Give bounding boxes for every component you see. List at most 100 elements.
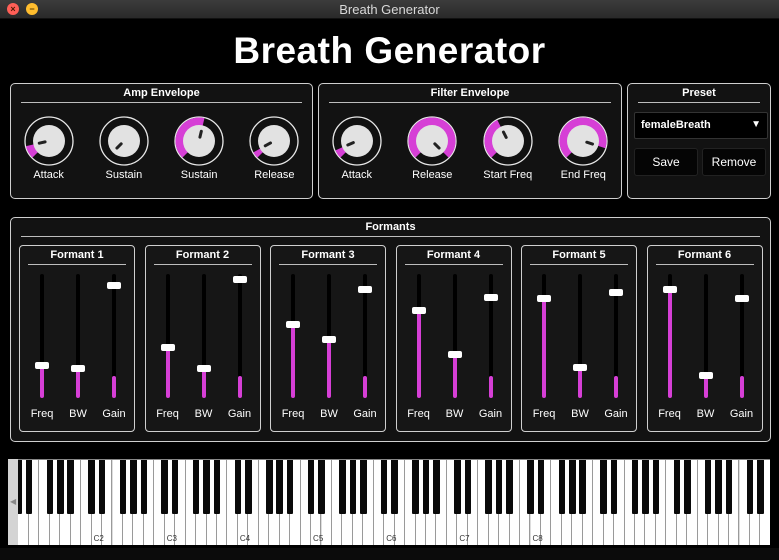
slider-thumb[interactable] (196, 365, 211, 373)
black-key[interactable] (579, 460, 587, 514)
black-key[interactable] (318, 460, 325, 514)
formant-freq-slider[interactable] (537, 274, 551, 398)
slider-thumb[interactable] (609, 289, 623, 297)
amp-envelope-knob-1[interactable] (98, 115, 150, 167)
black-key[interactable] (380, 460, 388, 514)
black-key[interactable] (130, 460, 137, 514)
slider-thumb[interactable] (107, 282, 121, 290)
black-key[interactable] (276, 460, 283, 514)
black-key[interactable] (464, 460, 472, 514)
formant-bw-slider[interactable] (698, 274, 713, 398)
black-key[interactable] (610, 460, 618, 514)
black-key[interactable] (412, 460, 419, 514)
formant-freq-slider[interactable] (35, 274, 49, 398)
black-key[interactable] (746, 460, 754, 514)
black-key[interactable] (433, 460, 440, 514)
black-key[interactable] (506, 460, 513, 514)
black-key[interactable] (192, 460, 200, 514)
remove-preset-button[interactable]: Remove (702, 148, 766, 176)
filter-envelope-knob-3[interactable] (557, 115, 609, 167)
black-key[interactable] (600, 460, 607, 514)
slider-thumb[interactable] (573, 364, 587, 372)
black-key[interactable] (642, 460, 649, 514)
black-key[interactable] (673, 460, 681, 514)
formant-bw-slider[interactable] (573, 274, 587, 398)
formant-gain-slider[interactable] (734, 274, 749, 398)
formant-bw-slider[interactable] (196, 274, 211, 398)
black-key[interactable] (307, 460, 315, 514)
amp-envelope-knob-2[interactable] (173, 115, 225, 167)
formant-bw-slider[interactable] (322, 274, 336, 398)
black-key[interactable] (245, 460, 252, 514)
slider-thumb[interactable] (286, 320, 300, 328)
formant-bw-slider[interactable] (447, 274, 462, 398)
black-key[interactable] (213, 460, 221, 514)
black-key[interactable] (203, 460, 210, 514)
formant-gain-slider[interactable] (107, 274, 121, 398)
filter-envelope-knob-0[interactable] (331, 115, 383, 167)
save-preset-button[interactable]: Save (634, 148, 698, 176)
black-key[interactable] (140, 460, 148, 514)
filter-envelope-knob-2[interactable] (482, 115, 534, 167)
slider-thumb[interactable] (411, 306, 426, 314)
piano-keyboard[interactable]: C2 C3 C4 C5 C6 C7 C8 (8, 459, 770, 545)
slider-thumb[interactable] (322, 336, 336, 343)
slider-thumb[interactable] (483, 293, 498, 301)
formant-gain-slider[interactable] (483, 274, 498, 398)
formant-freq-slider[interactable] (160, 274, 175, 398)
black-key[interactable] (495, 460, 503, 514)
black-key[interactable] (537, 460, 545, 514)
slider-thumb[interactable] (358, 285, 372, 293)
formant-gain-slider[interactable] (609, 274, 623, 398)
black-key[interactable] (46, 460, 54, 514)
slider-thumb[interactable] (537, 295, 551, 303)
slider-thumb[interactable] (160, 344, 175, 352)
formant-bw-slider[interactable] (71, 274, 85, 398)
black-key[interactable] (349, 460, 357, 514)
slider-thumb[interactable] (35, 361, 49, 369)
formant-gain-slider[interactable] (232, 274, 247, 398)
amp-envelope-knob-3[interactable] (248, 115, 300, 167)
black-key[interactable] (683, 460, 691, 514)
filter-envelope-knob-1[interactable] (406, 115, 458, 167)
slider-thumb[interactable] (232, 276, 247, 284)
black-key[interactable] (119, 460, 127, 514)
black-key[interactable] (67, 460, 74, 514)
black-key[interactable] (569, 460, 576, 514)
slider-thumb[interactable] (71, 365, 85, 373)
black-key[interactable] (88, 460, 95, 514)
black-key[interactable] (286, 460, 294, 514)
formant-gain-slider[interactable] (358, 274, 372, 398)
black-key[interactable] (725, 460, 733, 514)
keyboard-scroll-left-icon[interactable]: ◀ (8, 459, 18, 545)
black-key[interactable] (171, 460, 179, 514)
formant-freq-slider[interactable] (411, 274, 426, 398)
black-key[interactable] (98, 460, 106, 514)
black-key[interactable] (56, 460, 64, 514)
black-key[interactable] (391, 460, 398, 514)
black-key[interactable] (704, 460, 712, 514)
preset-dropdown[interactable]: femaleBreath ▼ (634, 112, 768, 139)
formant-freq-slider[interactable] (662, 274, 677, 398)
slider-thumb[interactable] (698, 372, 713, 380)
amp-envelope-knob-0[interactable] (23, 115, 75, 167)
black-key[interactable] (25, 460, 33, 514)
black-key[interactable] (265, 460, 273, 514)
black-key[interactable] (715, 460, 722, 514)
black-key[interactable] (339, 460, 346, 514)
black-key[interactable] (527, 460, 534, 514)
black-key[interactable] (360, 460, 367, 514)
black-key[interactable] (485, 460, 492, 514)
black-key[interactable] (652, 460, 660, 514)
slider-thumb[interactable] (447, 351, 462, 359)
formant-freq-slider[interactable] (286, 274, 300, 398)
black-key[interactable] (757, 460, 764, 514)
black-key[interactable] (454, 460, 461, 514)
black-key[interactable] (558, 460, 566, 514)
slider-thumb[interactable] (662, 285, 677, 293)
black-key[interactable] (234, 460, 242, 514)
black-key[interactable] (422, 460, 430, 514)
slider-thumb[interactable] (734, 295, 749, 303)
black-key[interactable] (161, 460, 169, 514)
black-key[interactable] (631, 460, 639, 514)
